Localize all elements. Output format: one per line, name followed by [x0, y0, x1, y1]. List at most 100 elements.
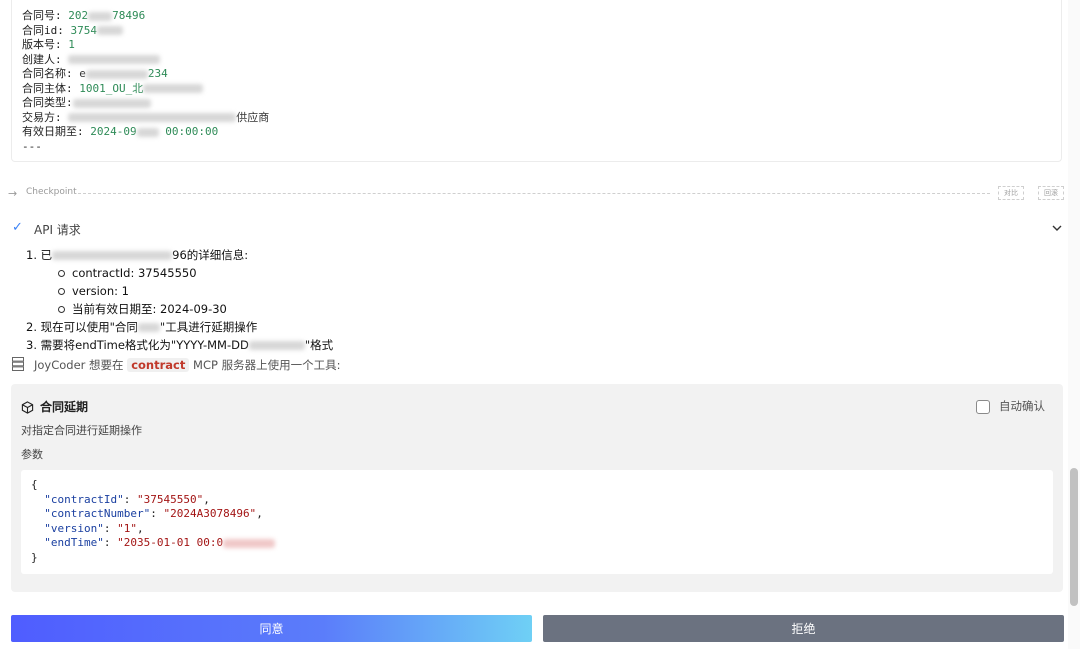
reject-button[interactable]: 拒绝: [543, 615, 1064, 642]
bullet-icon: [58, 288, 65, 295]
redaction: [137, 323, 160, 332]
redaction: [143, 84, 204, 93]
expiry-value-suffix: 00:00:00: [165, 125, 219, 138]
step-2-prefix: 2. 现在可以使用"合同: [26, 320, 138, 334]
json-value: "2024A3078496": [163, 507, 257, 520]
redaction: [223, 538, 276, 548]
json-line: "contractId": "37545550",: [44, 492, 210, 506]
contract-name-value-suffix: 234: [147, 67, 168, 80]
counterparty-line: 交易方: 供应商: [22, 111, 269, 126]
auto-confirm-checkbox[interactable]: 自动确认: [976, 398, 1045, 414]
json-line: "version": "1",: [44, 521, 144, 535]
version-detail: version: 1: [72, 284, 129, 298]
version-line: 版本号: 1: [22, 38, 269, 53]
contract-id-detail: contractId: 37545550: [72, 266, 197, 280]
version-label: 版本号:: [22, 38, 62, 51]
json-key: "contractNumber": [44, 507, 151, 520]
type-line: 合同类型:: [22, 96, 269, 111]
version-value: 1: [68, 38, 75, 51]
server-tag: contract: [127, 358, 190, 372]
list-item: contractId: 37545550: [26, 264, 333, 282]
check-icon: ✓: [12, 220, 23, 235]
expiry-label: 有效日期至:: [22, 125, 84, 138]
json-line: "endTime": "2035-01-01 00:0: [31, 536, 1043, 551]
server-icon: [12, 357, 24, 374]
tool-card: 合同延期 自动确认 对指定合同进行延期操作 参数 { "contractId":…: [11, 384, 1063, 592]
json-key: "endTime": [44, 536, 104, 549]
mcp-request-line: JoyCoder 想要在 contract MCP 服务器上使用一个工具:: [12, 357, 340, 375]
tool-header: 合同延期: [21, 398, 88, 415]
step-3: 3. 需要将endTime格式化为"YYYY-MM-DD "格式: [26, 336, 333, 354]
contract-id-line: 合同id: 3754: [22, 24, 269, 39]
step-1: 1. 已 96的详细信息:: [26, 246, 333, 264]
json-key: "contractId": [44, 492, 124, 506]
approve-button[interactable]: 同意: [11, 615, 532, 642]
redaction: [52, 251, 173, 260]
bullet-icon: [58, 306, 65, 313]
list-item: 当前有效日期至: 2024-09-30: [26, 300, 333, 318]
separator-line: ---: [22, 139, 42, 153]
redaction: [72, 98, 151, 108]
json-close: }: [31, 550, 38, 564]
steps-list: 1. 已 96的详细信息: contractId: 37545550 versio…: [26, 246, 333, 354]
compare-button[interactable]: 对比: [998, 186, 1024, 200]
contract-number-value-prefix: 202: [68, 9, 89, 22]
creator-label: 创建人:: [22, 52, 62, 66]
contract-number-value-suffix: 78496: [112, 9, 146, 22]
step-3-prefix: 3. 需要将endTime格式化为"YYYY-MM-DD: [26, 338, 249, 352]
checkbox-icon[interactable]: [976, 399, 990, 414]
bullet-icon: [58, 270, 65, 277]
redaction: [88, 11, 113, 21]
contract-name-value-prefix: e: [79, 67, 86, 80]
contract-name-line: 合同名称: e 234: [22, 67, 269, 82]
json-key: "version": [44, 521, 104, 535]
json-value: "2035-01-01 00:0: [117, 536, 224, 549]
auto-confirm-label: 自动确认: [999, 399, 1045, 413]
step-1-prefix: 1. 已: [26, 248, 53, 262]
step-1-suffix: 96的详细信息:: [172, 248, 249, 262]
scrollbar-track[interactable]: [1068, 0, 1080, 649]
contract-info-panel: 合同号: 202 78496 合同id: 3754 版本号: 1 创建人: 合同名…: [11, 0, 1062, 162]
expiry-value-prefix: 2024-09: [90, 125, 137, 138]
counterparty-value-suffix: 供应商: [236, 110, 270, 124]
api-request-title: API 请求: [34, 223, 81, 237]
type-label: 合同类型:: [22, 96, 73, 109]
scrollbar-thumb[interactable]: [1070, 468, 1078, 606]
expiry-line: 有效日期至: 2024-09 00:00:00: [22, 125, 269, 140]
step-2: 2. 现在可以使用"合同 "工具进行延期操作: [26, 318, 333, 336]
contract-id-label: 合同id:: [22, 23, 64, 37]
tool-name: 合同延期: [40, 400, 89, 414]
redaction: [136, 127, 159, 137]
redaction: [68, 55, 161, 64]
step-3-suffix: "格式: [304, 338, 334, 352]
contract-id-value-prefix: 3754: [70, 23, 98, 37]
contract-info-text: 合同号: 202 78496 合同id: 3754 版本号: 1 创建人: 合同名…: [22, 9, 269, 154]
subject-label: 合同主体:: [22, 81, 73, 95]
tool-description: 对指定合同进行延期操作: [21, 424, 142, 437]
cube-icon: [21, 401, 34, 414]
api-request-header[interactable]: ✓ API 请求: [12, 220, 1064, 238]
json-value: "1": [117, 521, 137, 535]
chevron-down-icon[interactable]: [1050, 220, 1064, 234]
subject-line: 合同主体: 1001_OU_北: [22, 82, 269, 97]
expiry-detail: 当前有效日期至: 2024-09-30: [72, 302, 227, 316]
checkpoint-divider: [78, 193, 990, 194]
counterparty-label: 交易方:: [22, 110, 62, 124]
redaction: [68, 113, 237, 122]
contract-number-label: 合同号:: [22, 9, 62, 22]
params-json: { "contractId": "37545550", "contractNum…: [21, 470, 1053, 574]
redaction: [248, 341, 305, 350]
step-2-suffix: "工具进行延期操作: [159, 320, 258, 334]
json-value: "37545550": [136, 492, 204, 506]
creator-line: 创建人:: [22, 53, 269, 68]
contract-name-label: 合同名称:: [22, 67, 73, 80]
redaction: [97, 26, 123, 35]
mcp-prefix: JoyCoder 想要在: [34, 358, 124, 372]
params-label: 参数: [21, 448, 43, 461]
json-line: "contractNumber": "2024A3078496",: [44, 507, 263, 520]
json-open: {: [31, 478, 38, 491]
contract-number-line: 合同号: 202 78496: [22, 9, 269, 24]
mcp-suffix: MCP 服务器上使用一个工具:: [193, 358, 341, 372]
checkpoint-row: → Checkpoint 对比 回滚: [8, 185, 1070, 201]
restore-button[interactable]: 回滚: [1038, 186, 1064, 200]
